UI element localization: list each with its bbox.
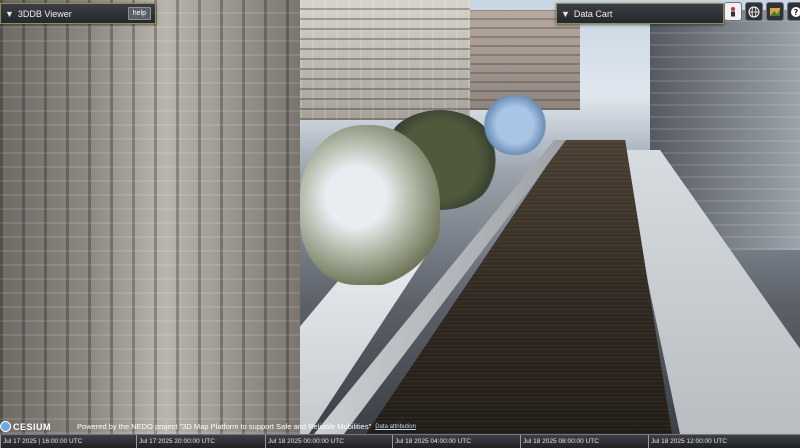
cesium-logo[interactable]: CESIUM — [0, 421, 51, 432]
cesium-logo-icon — [0, 421, 11, 432]
viewer-panel-title: 3DDB Viewer — [17, 8, 72, 19]
timeline-tick: Jul 18 2025 12:00:00 UTC — [648, 435, 727, 448]
building-pointcloud — [470, 10, 580, 110]
person-icon[interactable] — [724, 2, 742, 21]
collapse-arrow-icon[interactable]: ▼ — [5, 9, 14, 19]
help-glyph: ? — [794, 8, 799, 17]
cesium-logo-text: CESIUM — [13, 421, 52, 432]
viewer-panel-header[interactable]: ▼ 3DDB Viewer help — [0, 3, 156, 24]
help-button[interactable]: help — [127, 7, 151, 20]
trees-pointcloud — [300, 125, 440, 285]
timeline-tick: Jul 17 2025 | 16:00:00 UTC — [0, 435, 82, 448]
data-attribution-link[interactable]: Data attribution — [375, 424, 416, 430]
timeline-tick: Jul 17 2025 20:00:00 UTC — [136, 435, 215, 448]
collapse-arrow-icon[interactable]: ▼ — [561, 9, 570, 19]
map-layers-icon[interactable] — [766, 2, 784, 21]
timeline[interactable]: Jul 17 2025 | 16:00:00 UTC Jul 17 2025 2… — [0, 434, 800, 448]
credit-text: Powered by the NEDO project "3D Map Plat… — [77, 422, 372, 431]
timeline-tick: Jul 18 2025 00:00:00 UTC — [265, 435, 344, 448]
globe-icon[interactable] — [745, 2, 763, 21]
help-icon[interactable]: ? — [787, 2, 800, 21]
trees-pointcloud — [480, 95, 550, 155]
building-pointcloud — [0, 0, 300, 434]
building-pointcloud — [300, 0, 470, 120]
timeline-tick: Jul 18 2025 08:00:00 UTC — [520, 435, 599, 448]
cesium-3d-viewport[interactable] — [0, 0, 800, 434]
credits-bar: CESIUM Powered by the NEDO project "3D M… — [0, 420, 416, 433]
data-cart-panel-header[interactable]: ▼ Data Cart — [556, 3, 724, 24]
data-cart-title: Data Cart — [573, 8, 613, 19]
cesium-toolbar: ? — [724, 2, 800, 21]
timeline-tick: Jul 18 2025 04:00:00 UTC — [392, 435, 471, 448]
